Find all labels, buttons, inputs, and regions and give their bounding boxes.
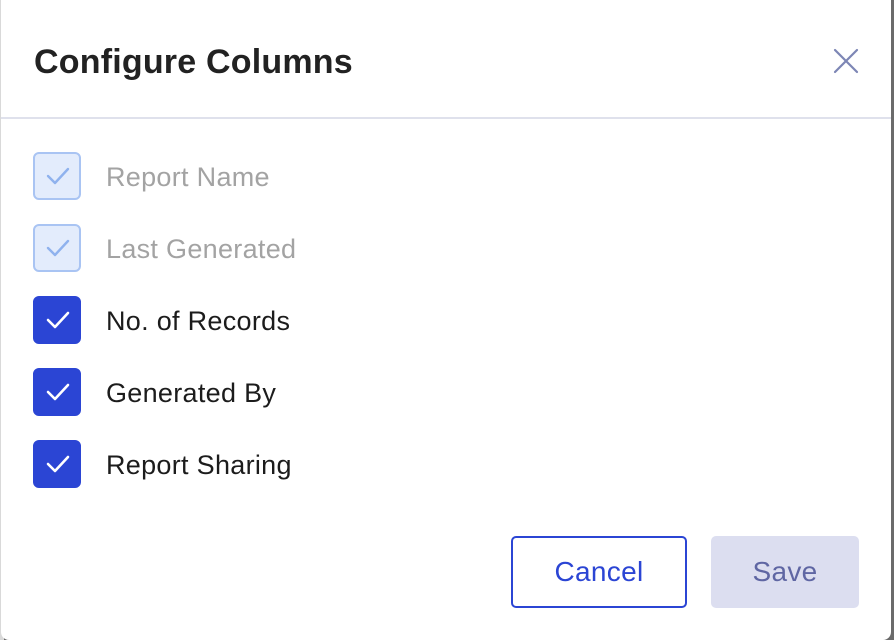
cancel-button[interactable]: Cancel bbox=[511, 536, 687, 608]
column-label: Report Name bbox=[106, 162, 270, 192]
column-label[interactable]: Generated By bbox=[106, 376, 276, 410]
save-button[interactable]: Save bbox=[711, 536, 859, 608]
column-option-generated-by: Generated By bbox=[33, 356, 833, 428]
checkbox-report-name bbox=[33, 152, 81, 200]
column-label[interactable]: No. of Records bbox=[106, 304, 290, 338]
column-option-report-name: Report Name bbox=[33, 140, 833, 212]
checkbox-report-sharing[interactable] bbox=[33, 440, 81, 488]
column-label[interactable]: Report Sharing bbox=[106, 448, 292, 482]
column-option-no-of-records: No. of Records bbox=[33, 284, 833, 356]
column-option-last-generated: Last Generated bbox=[33, 212, 833, 284]
column-option-report-sharing: Report Sharing bbox=[33, 428, 833, 500]
column-label: Last Generated bbox=[106, 234, 297, 264]
checkbox-last-generated bbox=[33, 224, 81, 272]
checkbox-generated-by[interactable] bbox=[33, 368, 81, 416]
configure-columns-dialog: Configure Columns Report Name Last Gener… bbox=[1, 0, 891, 640]
close-icon[interactable] bbox=[827, 42, 865, 80]
column-list: Report Name Last Generated No. of Record… bbox=[33, 140, 833, 500]
dialog-header: Configure Columns bbox=[1, 0, 891, 119]
checkbox-no-of-records[interactable] bbox=[33, 296, 81, 344]
dialog-title: Configure Columns bbox=[34, 43, 353, 81]
